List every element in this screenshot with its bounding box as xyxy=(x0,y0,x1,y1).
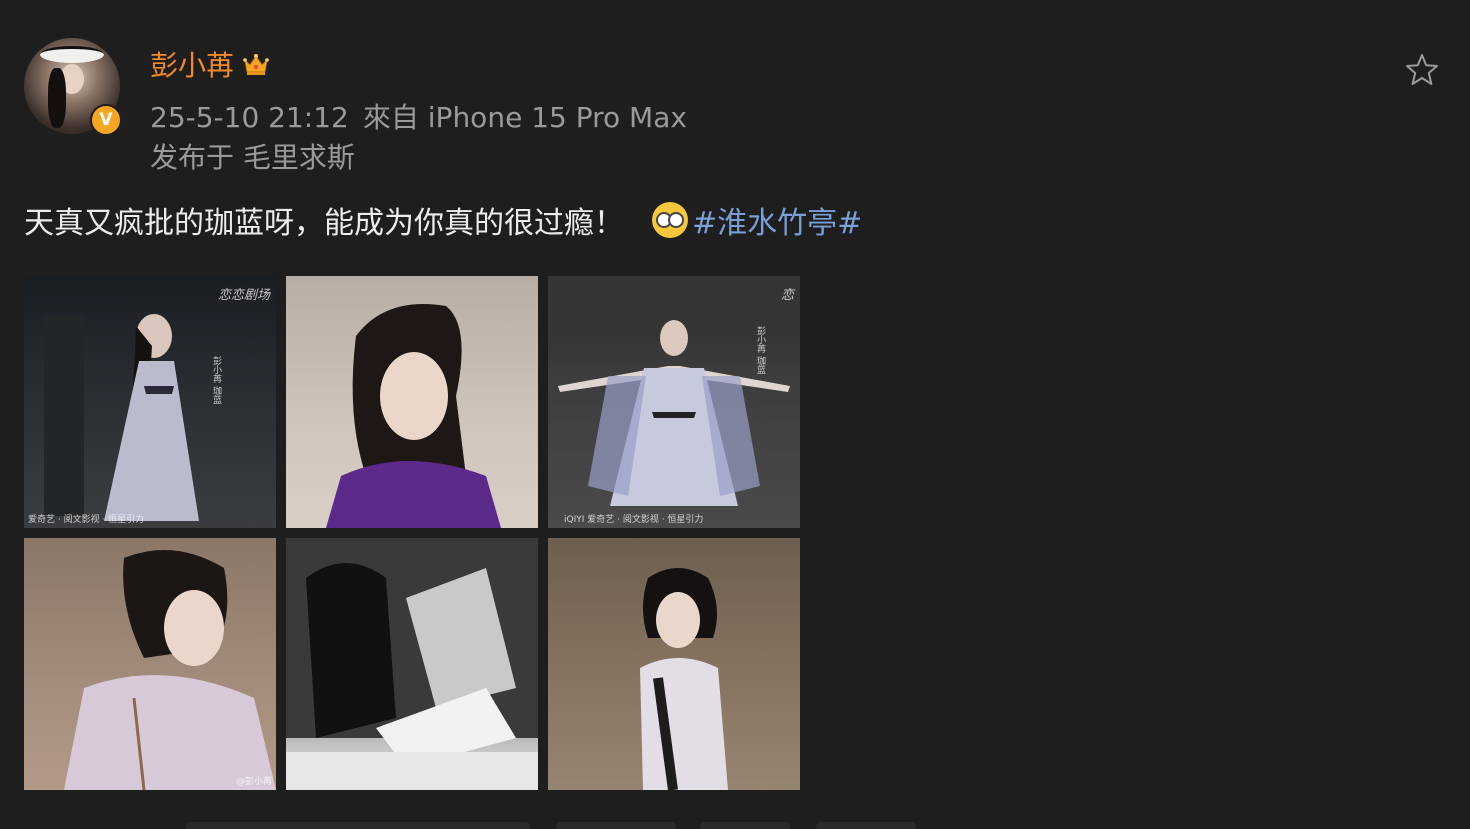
post-image-3[interactable]: 恋 iQIYI 爱奇艺 · 阅文影视 · 恒星引力 彭小苒 珈蓝 xyxy=(548,276,800,528)
post-image-6[interactable] xyxy=(548,538,800,790)
image-watermark-top: 恋 xyxy=(780,288,794,303)
avatar-hat xyxy=(40,46,104,63)
action-bar-placeholder xyxy=(816,822,916,829)
post-content: 天真又疯批的珈蓝呀，能成为你真的很过瘾！ #淮水竹亭# xyxy=(24,198,862,242)
post-image-4[interactable]: @彭小苒 xyxy=(24,538,276,790)
image-caption: 彭小苒 珈蓝 xyxy=(755,326,765,374)
action-bar-placeholder xyxy=(700,822,790,829)
weibo-post: V 彭小苒 25-5-10 21:12 來自 iPhone 15 Pro Max … xyxy=(0,0,1470,829)
post-image-5[interactable] xyxy=(286,538,538,790)
verified-badge-icon: V xyxy=(90,104,122,136)
star-icon[interactable] xyxy=(1404,52,1440,88)
avatar-hair xyxy=(48,68,66,128)
image-watermark-bottom: @彭小苒 xyxy=(235,777,272,787)
crown-icon xyxy=(242,51,270,77)
username[interactable]: 彭小苒 xyxy=(150,44,270,84)
post-text: 天真又疯批的珈蓝呀，能成为你真的很过瘾！ xyxy=(24,206,624,241)
glasses-emoji-icon xyxy=(652,202,688,238)
post-source: 來自 iPhone 15 Pro Max xyxy=(362,101,687,134)
image-caption: 彭小苒 珈蓝 xyxy=(211,356,221,404)
username-text[interactable]: 彭小苒 xyxy=(150,44,234,84)
post-image-1[interactable]: 恋恋剧场 爱奇艺 · 阅文影视 · 恒星引力 彭小苒 珈蓝 xyxy=(24,276,276,528)
post-meta: 25-5-10 21:12 來自 iPhone 15 Pro Max xyxy=(150,96,687,136)
image-watermark-bottom: 爱奇艺 · 阅文影视 · 恒星引力 xyxy=(28,515,145,525)
hashtag-link[interactable]: #淮水竹亭# xyxy=(692,198,862,242)
image-watermark-bottom: iQIYI 爱奇艺 · 阅文影视 · 恒星引力 xyxy=(564,515,704,525)
action-bar-placeholder xyxy=(186,822,530,829)
post-image-2[interactable] xyxy=(286,276,538,528)
image-grid: 恋恋剧场 爱奇艺 · 阅文影视 · 恒星引力 彭小苒 珈蓝 恋 iQIYI 爱奇… xyxy=(24,276,800,790)
post-timestamp: 25-5-10 21:12 xyxy=(150,101,349,134)
post-location: 发布于 毛里求斯 xyxy=(150,141,355,174)
image-watermark-top: 恋恋剧场 xyxy=(217,288,270,303)
action-bar-placeholder xyxy=(556,822,676,829)
